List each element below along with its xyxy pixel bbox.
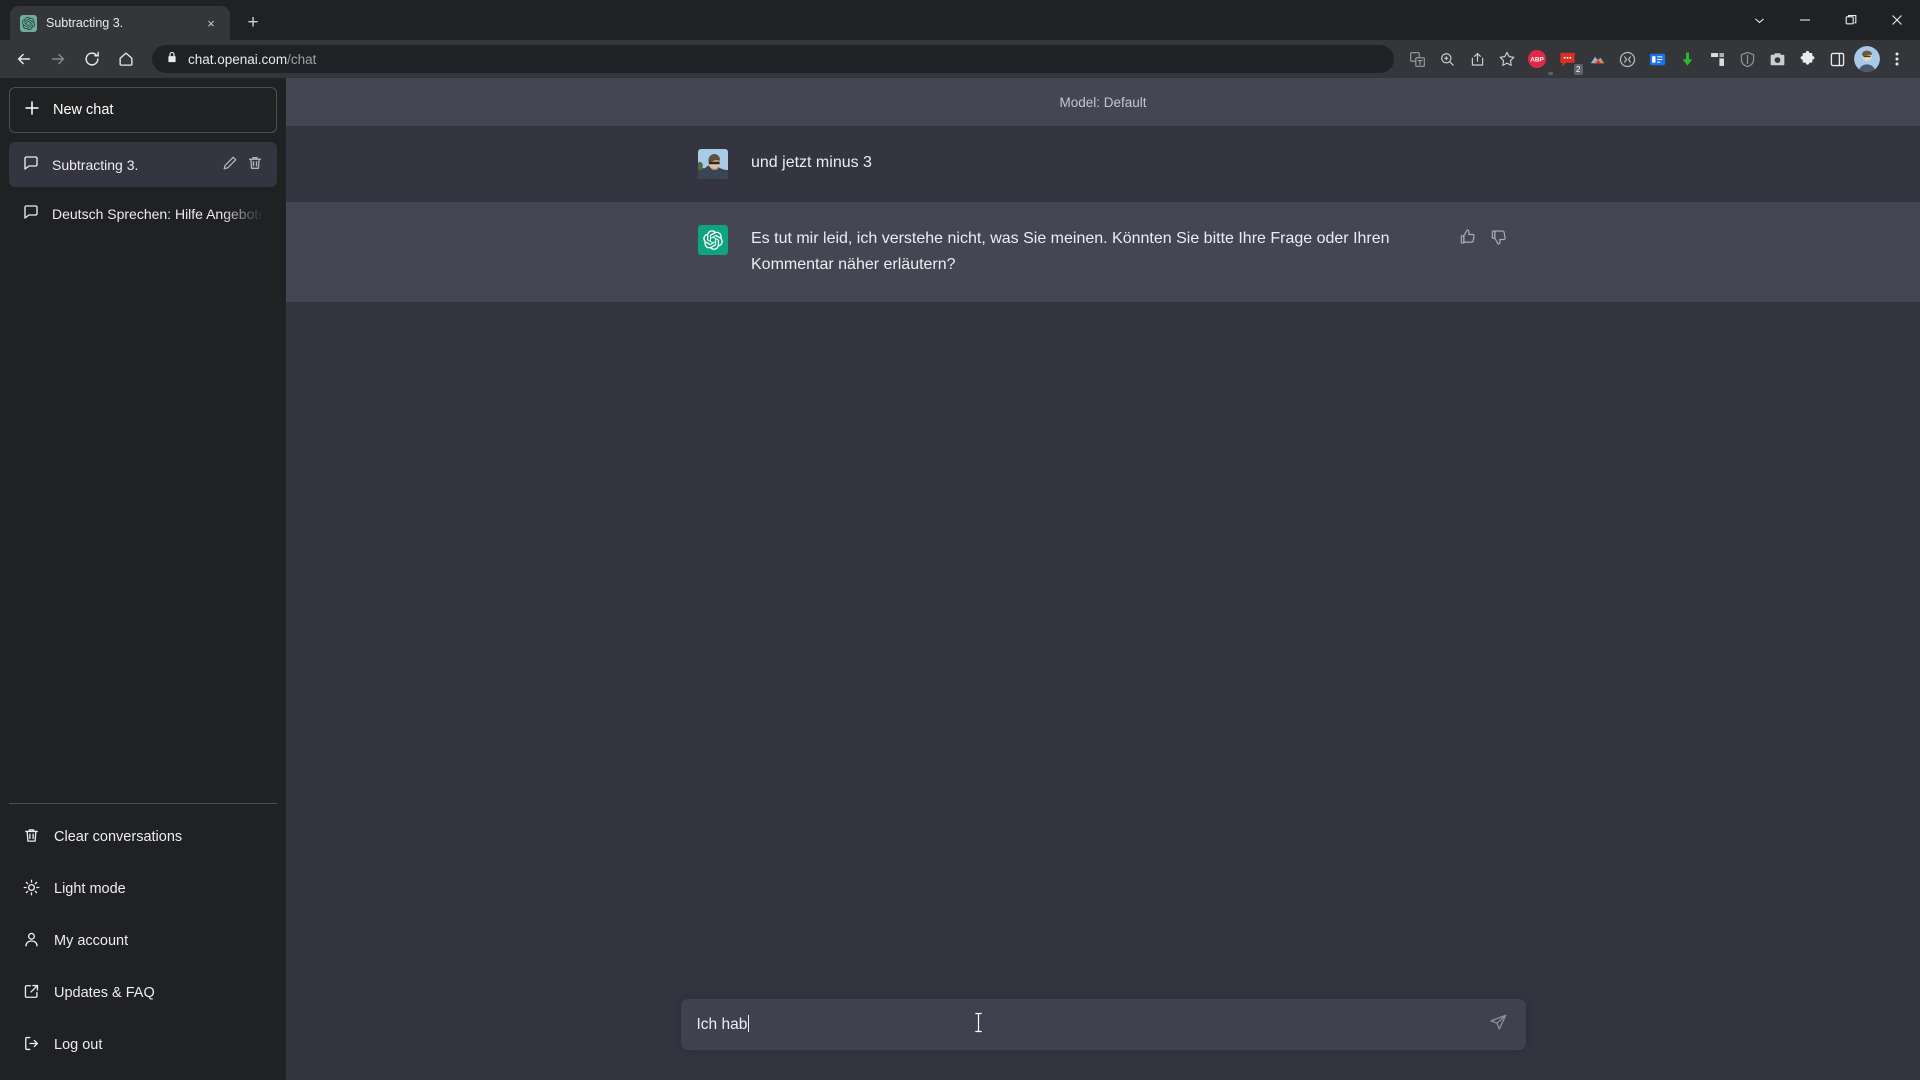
maximize-restore-button[interactable] (1828, 0, 1874, 40)
tab-search-button[interactable] (1736, 0, 1782, 40)
sidebar-menu-label: Light mode (54, 881, 126, 897)
model-indicator: Model: Default (286, 78, 1920, 126)
conversation-list: Subtracting 3. Deutsch Sprechen: Hilfe A… (9, 142, 277, 240)
message-row-user: und jetzt minus 3 (286, 126, 1920, 202)
bookmark-star-icon[interactable] (1494, 46, 1520, 72)
composer-container: Ich hab (286, 999, 1920, 1080)
sun-icon (23, 879, 40, 900)
chat-bubble-icon (23, 155, 39, 174)
my-account-button[interactable]: My account (9, 915, 277, 967)
sidebar-toggle-icon[interactable] (1824, 46, 1850, 72)
sidebar-menu-label: Log out (54, 1037, 103, 1053)
browser-toolbar: chat.openai.com/chat ABP 2 (0, 40, 1920, 78)
sidebar-menu: Clear conversations Light mode My accoun… (9, 803, 277, 1071)
tab-strip: Subtracting 3. × + (0, 0, 1920, 40)
chat-main: Model: Default und jetzt minus 3 Es tut … (286, 78, 1920, 1080)
clear-conversations-button[interactable]: Clear conversations (9, 811, 277, 863)
address-bar-url: chat.openai.com/chat (188, 51, 317, 67)
bitwarden-extension-icon[interactable] (1734, 46, 1760, 72)
download-arrow-icon[interactable] (1674, 46, 1700, 72)
light-mode-button[interactable]: Light mode (9, 863, 277, 915)
plus-icon (24, 100, 40, 120)
thumbs-down-icon[interactable] (1490, 228, 1508, 251)
back-button[interactable] (8, 43, 40, 75)
browser-window: Subtracting 3. × + chat.openai.com/chat … (0, 0, 1920, 1080)
message-text: und jetzt minus 3 (751, 154, 872, 171)
translate-icon[interactable] (1404, 46, 1430, 72)
log-out-button[interactable]: Log out (9, 1019, 277, 1071)
pencil-icon[interactable] (222, 155, 238, 174)
send-button[interactable] (1486, 1012, 1512, 1038)
close-icon[interactable]: × (202, 14, 220, 32)
extension-badge-count: 2 (1573, 64, 1583, 75)
new-chat-label: New chat (53, 102, 114, 118)
message-thread: und jetzt minus 3 Es tut mir leid, ich v… (286, 126, 1920, 302)
lock-icon (166, 50, 178, 68)
conversation-title: Deutsch Sprechen: Hilfe Angeboten (52, 205, 263, 222)
rainbow-extension-icon[interactable] (1584, 46, 1610, 72)
message-text: Es tut mir leid, ich verstehe nicht, was… (751, 230, 1390, 274)
tab-title: Subtracting 3. (46, 16, 124, 30)
user-avatar (698, 149, 728, 179)
new-chat-button[interactable]: New chat (9, 87, 277, 133)
openai-icon (20, 14, 37, 32)
page-content: New chat Subtracting 3. Deutsch Sprechen… (0, 78, 1920, 1080)
extension-badge (1548, 72, 1553, 75)
person-icon (23, 931, 40, 952)
external-link-icon (23, 983, 40, 1004)
conversation-actions (222, 155, 263, 174)
blue-id-extension-icon[interactable] (1644, 46, 1670, 72)
thumbs-up-icon[interactable] (1459, 228, 1477, 251)
window-controls (1736, 0, 1920, 40)
compass-extension-icon[interactable] (1614, 46, 1640, 72)
browser-tab-active[interactable]: Subtracting 3. × (10, 6, 230, 40)
chat-bubble-icon (23, 204, 39, 223)
conversation-title: Subtracting 3. (52, 156, 139, 173)
message-composer[interactable]: Ich hab (680, 999, 1526, 1050)
three-dot-menu-icon[interactable] (1884, 46, 1910, 72)
sidebar-menu-label: Clear conversations (54, 829, 183, 845)
sidebar-menu-label: My account (54, 933, 129, 949)
trash-icon (23, 827, 40, 848)
profile-avatar[interactable] (1854, 46, 1880, 72)
send-paper-plane-icon (1489, 1013, 1508, 1037)
adblock-plus-icon[interactable]: ABP (1524, 46, 1553, 75)
message-feedback-actions (1459, 225, 1508, 251)
chatgpt-sidebar: New chat Subtracting 3. Deutsch Sprechen… (0, 78, 286, 1080)
message-input[interactable]: Ich hab (697, 1015, 1478, 1034)
updates-faq-button[interactable]: Updates & FAQ (9, 967, 277, 1019)
composer-value: Ich hab (696, 1016, 748, 1033)
screenshot-camera-icon[interactable] (1764, 46, 1790, 72)
extensions-puzzle-icon[interactable] (1794, 46, 1820, 72)
tab-manager-extension-icon[interactable] (1704, 46, 1730, 72)
sidebar-menu-label: Updates & FAQ (54, 985, 155, 1001)
share-icon[interactable] (1464, 46, 1490, 72)
minimize-button[interactable] (1782, 0, 1828, 40)
chatgpt-avatar (698, 225, 728, 255)
reload-button[interactable] (76, 43, 108, 75)
trash-icon[interactable] (247, 155, 263, 174)
text-caret (748, 1015, 750, 1032)
zoom-search-icon[interactable] (1434, 46, 1460, 72)
logout-icon (23, 1035, 40, 1056)
forward-button[interactable] (42, 43, 74, 75)
close-window-button[interactable] (1874, 0, 1920, 40)
address-bar[interactable]: chat.openai.com/chat (152, 45, 1394, 73)
conversation-item-deutsch[interactable]: Deutsch Sprechen: Hilfe Angeboten (9, 191, 277, 236)
svg-text:ABP: ABP (1530, 57, 1544, 64)
home-button[interactable] (110, 43, 142, 75)
extensions-tray: ABP 2 (1404, 46, 1912, 75)
conversation-item-subtracting[interactable]: Subtracting 3. (9, 142, 277, 187)
message-row-assistant: Es tut mir leid, ich verstehe nicht, was… (286, 202, 1920, 302)
red-notes-extension-icon[interactable]: 2 (1554, 46, 1583, 75)
new-tab-button[interactable]: + (238, 7, 268, 37)
